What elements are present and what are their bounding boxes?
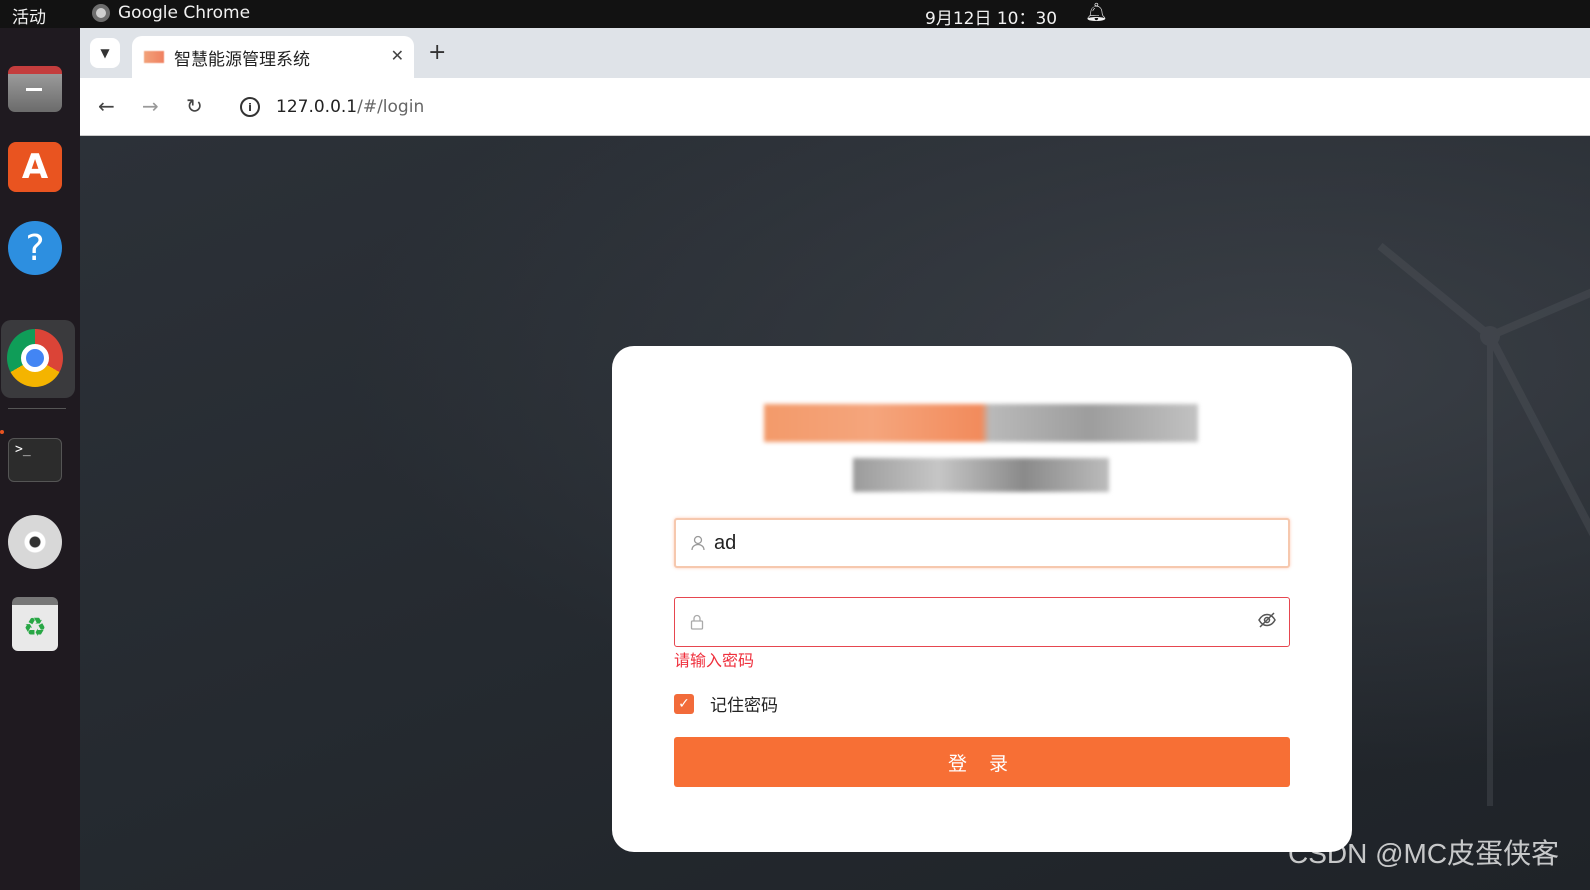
password-error-message: 请输入密码	[674, 651, 755, 670]
dock: A ? >_ ♻	[0, 28, 80, 890]
csdn-watermark: CSDN @MC皮蛋侠客	[1288, 838, 1560, 869]
wind-turbine-background	[1377, 242, 1590, 806]
page-viewport: 智慧能源管理系统 请输入密码 ✓ 记住密码	[80, 136, 1590, 890]
tab-active[interactable]: 智慧能源管理系统 ✕	[132, 36, 414, 78]
chrome-small-icon	[92, 4, 110, 22]
new-tab-plus-icon[interactable]: +	[428, 40, 446, 65]
folder-icon	[8, 66, 62, 112]
username-field[interactable]	[674, 518, 1290, 568]
system-title-blurred: 智慧能源管理系统	[764, 404, 1198, 442]
help-icon: ?	[8, 221, 62, 275]
browser-toolbar: ← → ↻ i 127.0.0.1/#/login	[80, 78, 1590, 136]
forward-arrow-icon[interactable]: →	[142, 94, 159, 118]
running-indicator	[0, 430, 4, 434]
chrome-icon	[7, 329, 63, 387]
activities-button[interactable]: 活动	[12, 3, 46, 28]
back-arrow-icon[interactable]: ←	[98, 94, 115, 118]
dock-files[interactable]	[7, 61, 63, 117]
trash-icon: ♻	[12, 597, 58, 651]
dock-trash[interactable]: ♻	[7, 596, 63, 652]
tab-search-chevron-icon[interactable]: ▼	[90, 38, 120, 68]
app-store-icon: A	[8, 142, 62, 192]
browser-window: ▼ 智慧能源管理系统 ✕ + ← → ↻ i 127.0.0.1/#/login…	[80, 28, 1590, 890]
site-info-icon[interactable]: i	[240, 97, 260, 117]
system-subtitle-blurred	[853, 458, 1109, 492]
eye-hidden-icon[interactable]	[1257, 611, 1277, 633]
clock[interactable]: 9月12日 10：30	[925, 4, 1057, 29]
remember-password[interactable]: ✓ 记住密码	[674, 691, 778, 716]
app-menu[interactable]: Google Chrome	[92, 3, 250, 23]
password-input[interactable]	[713, 610, 1253, 634]
app-name: Google Chrome	[118, 3, 251, 23]
dock-terminal[interactable]: >_	[7, 432, 63, 488]
username-input[interactable]	[714, 531, 1254, 555]
disc-icon	[8, 515, 62, 569]
dock-app-store[interactable]: A	[7, 139, 63, 195]
remember-checkbox[interactable]: ✓	[674, 693, 694, 714]
user-icon	[690, 535, 706, 551]
login-button[interactable]: 登 录	[674, 737, 1290, 787]
remember-label: 记住密码	[710, 696, 778, 716]
dock-chrome[interactable]	[7, 329, 63, 387]
tab-strip: ▼ 智慧能源管理系统 ✕ +	[80, 28, 1590, 78]
close-tab-icon[interactable]: ✕	[391, 46, 404, 65]
login-card: 智慧能源管理系统 请输入密码 ✓ 记住密码	[612, 346, 1352, 852]
dock-dvd[interactable]	[7, 514, 63, 570]
system-top-bar: 活动 Google Chrome 9月12日 10：30 🔔︎	[0, 0, 1590, 29]
site-favicon-icon	[144, 51, 164, 63]
reload-icon[interactable]: ↻	[186, 94, 203, 118]
terminal-icon: >_	[8, 438, 62, 482]
address-bar[interactable]: i 127.0.0.1/#/login	[230, 86, 1580, 128]
dock-separator	[8, 408, 66, 409]
url-host: 127.0.0.1	[276, 97, 358, 117]
dock-help[interactable]: ?	[7, 220, 63, 276]
password-field[interactable]	[674, 597, 1290, 647]
url-text: 127.0.0.1/#/login	[276, 97, 424, 117]
url-path: /#/login	[357, 97, 425, 117]
lock-icon	[689, 614, 705, 630]
bell-icon[interactable]: 🔔︎	[1085, 2, 1108, 23]
tab-title: 智慧能源管理系统	[174, 49, 310, 70]
